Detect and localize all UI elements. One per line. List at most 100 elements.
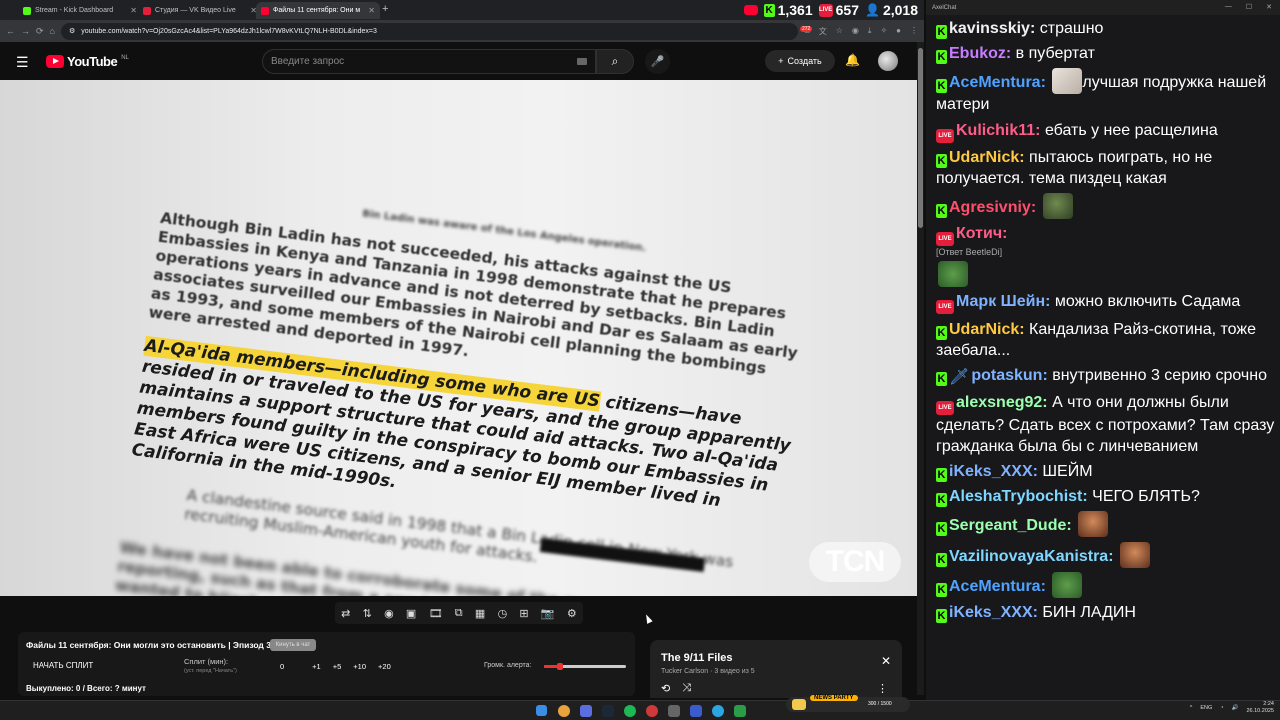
wifi-icon[interactable]: ◔	[1220, 705, 1223, 711]
chat-username[interactable]: Котич	[956, 225, 1002, 242]
kick-icon: K	[936, 203, 947, 218]
alert-volume-slider[interactable]	[544, 663, 626, 670]
pip-icon[interactable]: ⧉	[455, 607, 463, 620]
chat-message-text: внутривенно 3 серию срочно	[1052, 366, 1267, 384]
create-button[interactable]: + Создать	[765, 50, 835, 72]
back-icon[interactable]: ←	[6, 26, 15, 36]
language-indicator[interactable]: ENG	[1200, 705, 1212, 711]
home-icon[interactable]: ⌂	[50, 26, 55, 36]
split-button-0[interactable]: 0	[280, 662, 284, 671]
media-player-icon[interactable]	[690, 705, 702, 717]
chat-username[interactable]: alexsneg92	[956, 394, 1042, 411]
explorer-icon[interactable]	[734, 705, 746, 717]
extension-icon[interactable]: ◉	[852, 26, 859, 37]
app-icon[interactable]	[668, 705, 680, 717]
windows-start-icon[interactable]	[536, 705, 547, 716]
profile-icon[interactable]: ●	[896, 26, 901, 37]
kick-icon: K	[936, 609, 947, 623]
split-button-plus1[interactable]: +1	[312, 662, 321, 671]
scrollbar-thumb[interactable]	[918, 48, 923, 228]
chat-username[interactable]: kavinsskiy	[949, 20, 1030, 37]
video-player[interactable]: Bin Ladin was aware of the Los Angeles o…	[0, 80, 917, 596]
hamburger-menu-icon[interactable]: ☰	[16, 54, 29, 71]
chat-username[interactable]: Sergeant_Dude	[949, 517, 1066, 534]
forward-icon[interactable]: →	[21, 26, 30, 36]
discord-icon[interactable]	[580, 705, 592, 717]
telegram-icon[interactable]	[712, 705, 724, 717]
mirror-icon[interactable]: ▣	[406, 607, 416, 620]
sort-icon[interactable]: ⇅	[363, 607, 372, 620]
youtube-logo[interactable]: YouTube NL	[46, 54, 129, 69]
keyboard-icon[interactable]	[577, 58, 587, 65]
loop-icon[interactable]: ⟲	[661, 682, 670, 695]
chat-username[interactable]: potaskun	[971, 367, 1042, 384]
split-button-plus10[interactable]: +10	[353, 662, 366, 671]
chat-username[interactable]: Kulichik11	[956, 122, 1035, 139]
ext-video-title: Файлы 11 сентября: Они могли это останов…	[26, 640, 271, 650]
minimize-icon[interactable]: —	[1225, 3, 1232, 11]
more-vert-icon[interactable]: ⋮	[877, 682, 888, 695]
search-input[interactable]: Введите запрос	[262, 49, 596, 74]
send-to-chat-button[interactable]: Кинуть в чат	[270, 639, 316, 651]
shuffle-icon[interactable]: ⤨	[682, 682, 691, 695]
cinema-icon[interactable]: 🎞	[429, 607, 443, 620]
yt-viewer-count: 👤 2,018	[865, 2, 918, 18]
site-info-icon[interactable]: ⚙	[69, 27, 75, 35]
plus-icon: +	[778, 56, 784, 66]
close-icon[interactable]: ✕	[130, 6, 137, 15]
settings-gear-icon[interactable]: ⚙	[567, 607, 577, 620]
chat-username[interactable]: AceMentura	[949, 74, 1041, 91]
steam-icon[interactable]	[602, 705, 614, 717]
volume-icon[interactable]: 🔊	[1232, 705, 1239, 711]
menu-icon[interactable]: ⋮	[910, 26, 918, 37]
slider-knob[interactable]	[557, 663, 564, 670]
chat-username[interactable]: Ebukoz	[949, 45, 1006, 62]
avatar[interactable]	[878, 51, 898, 71]
close-icon[interactable]: ✕	[368, 6, 375, 15]
tab-vk-studio[interactable]: Студия — VK Видео Live ✕	[138, 2, 262, 19]
chat-username[interactable]: iKeks_XXX	[949, 463, 1033, 480]
news-party-widget[interactable]: NEWS PARTY 300 / 1500	[786, 695, 910, 712]
translate-icon[interactable]: 文	[819, 26, 827, 37]
chat-username[interactable]: AleshaTrybochist	[949, 488, 1082, 505]
audio-icon[interactable]: ◉	[384, 607, 394, 620]
chat-username[interactable]: Марк Шейн	[956, 293, 1045, 310]
star-icon[interactable]: ☆	[836, 26, 843, 37]
spotify-icon[interactable]	[624, 705, 636, 717]
obs-icon[interactable]	[646, 705, 658, 717]
new-tab-button[interactable]: +	[382, 3, 388, 15]
close-icon[interactable]: ✕	[1266, 3, 1272, 11]
chat-username[interactable]: Agresivniy	[949, 199, 1031, 216]
puzzle-icon[interactable]: ✧	[880, 26, 887, 37]
maximize-icon[interactable]: ☐	[1246, 3, 1252, 11]
chat-username[interactable]: UdarNick	[949, 321, 1019, 338]
close-icon[interactable]: ✕	[881, 654, 891, 668]
chat-username[interactable]: iKeks_XXX	[949, 604, 1033, 621]
search-button[interactable]: ⌕	[596, 49, 634, 74]
clock[interactable]: 2:24 26.10.2025	[1246, 701, 1274, 715]
start-split-button[interactable]: НАЧАТЬ СПЛИТ	[33, 661, 93, 670]
url-field[interactable]: ⚙ youtube.com/watch?v=Oj20sGzcAc4&list=P…	[60, 22, 799, 40]
tab-youtube-video[interactable]: Файлы 11 сентября: Они м ✕	[256, 2, 380, 19]
frog-emote-icon	[1042, 192, 1073, 219]
split-button-plus20[interactable]: +20	[378, 662, 391, 671]
download-icon[interactable]: ⤓	[868, 26, 872, 37]
chat-username[interactable]: VazilinovayaKanistra	[949, 548, 1108, 565]
page-scrollbar[interactable]	[917, 42, 924, 695]
screenshot-icon[interactable]: ⊞	[519, 607, 528, 620]
alert-volume-label: Громк. алерта:	[484, 662, 532, 669]
notifications-bell-icon[interactable]: 🔔	[845, 53, 860, 67]
tab-kick-dashboard[interactable]: Stream - Kick Dashboard ✕	[18, 2, 142, 19]
split-button-plus5[interactable]: +5	[333, 662, 342, 671]
film-icon[interactable]: ▦	[475, 607, 485, 620]
chrome-icon[interactable]	[558, 705, 570, 717]
reload-icon[interactable]: ⟳	[36, 26, 44, 37]
chat-username[interactable]: UdarNick	[949, 149, 1019, 166]
chevron-up-icon[interactable]: ^	[1190, 705, 1193, 711]
speed-icon[interactable]: ◷	[498, 607, 508, 620]
loop-icon[interactable]: ⇄	[341, 607, 350, 620]
camera-icon[interactable]: 📷	[541, 607, 555, 620]
voice-search-button[interactable]: 🎤	[645, 49, 670, 74]
chat-username[interactable]: AceMentura	[949, 578, 1041, 595]
playlist-title[interactable]: The 9/11 Files	[661, 652, 733, 664]
